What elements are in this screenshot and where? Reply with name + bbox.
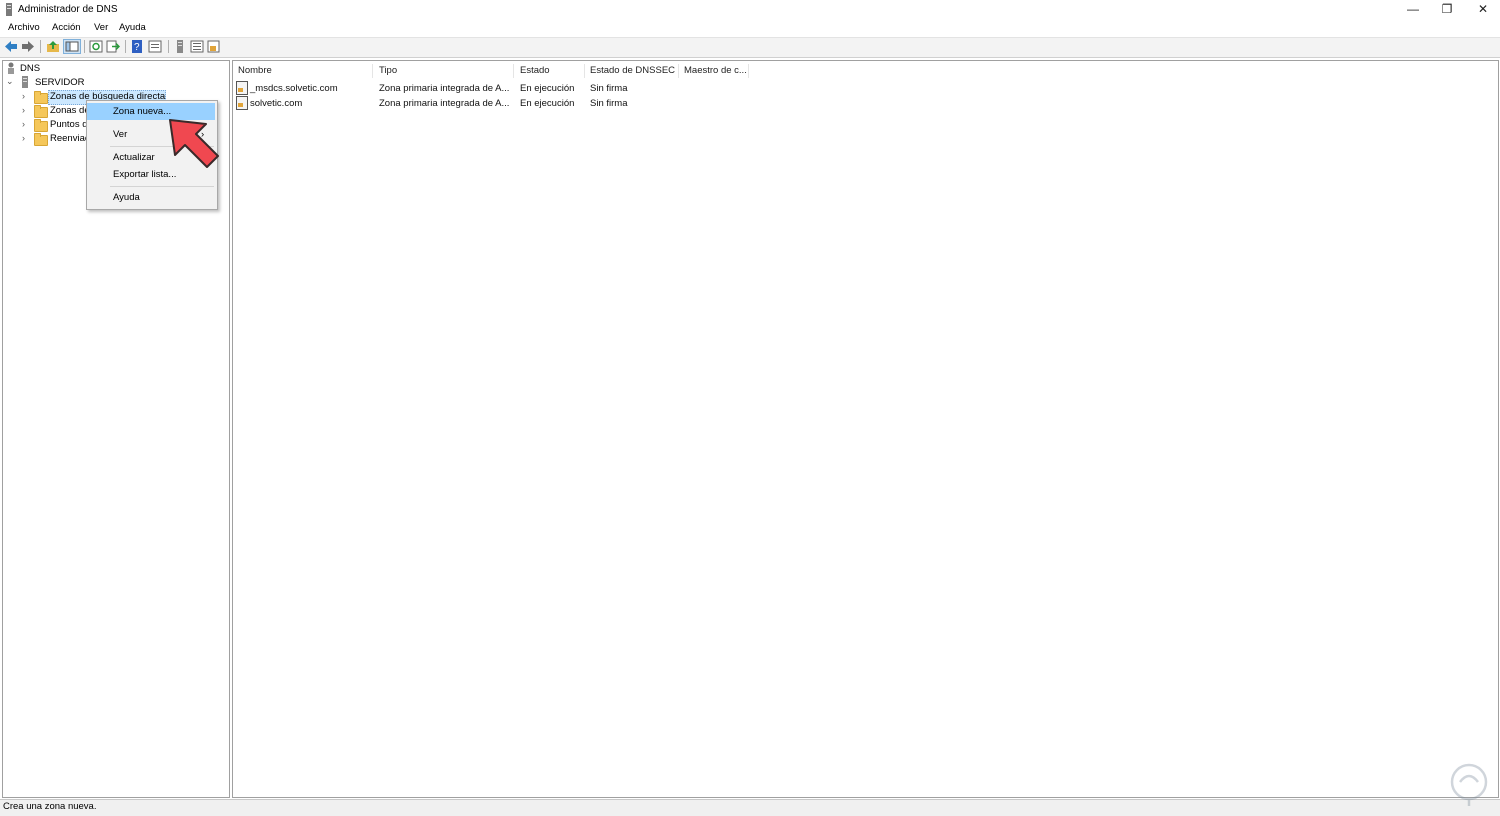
menu-separator <box>110 186 214 187</box>
help-icon[interactable]: ? <box>130 40 144 53</box>
forward-arrow-icon[interactable] <box>21 40 35 53</box>
column-header-nombre[interactable]: Nombre <box>233 64 373 78</box>
refresh-icon[interactable] <box>89 40 103 53</box>
toolbar-separator <box>40 40 41 53</box>
cell-estado-dnssec: Sin firma <box>590 98 628 109</box>
tree-item-zonas-busqueda-inversa[interactable]: Zonas de <box>50 105 90 116</box>
cell-estado: En ejecución <box>520 98 575 109</box>
menu-archivo[interactable]: Archivo <box>8 22 40 33</box>
list-view-icon[interactable] <box>190 40 204 53</box>
status-text: Crea una zona nueva. <box>3 801 97 812</box>
column-header-tipo[interactable]: Tipo <box>374 64 514 78</box>
column-header-estado[interactable]: Estado <box>515 64 585 78</box>
pointer-arrow-icon <box>160 110 230 180</box>
zone-icon[interactable] <box>207 40 221 53</box>
cell-tipo: Zona primaria integrada de A... <box>379 83 510 94</box>
watermark-logo <box>1446 762 1492 808</box>
menu-accion[interactable]: Acción <box>52 22 81 33</box>
server-icon <box>21 76 29 88</box>
toolbar-separator <box>125 40 126 53</box>
cell-estado-dnssec: Sin firma <box>590 83 628 94</box>
cell-nombre: _msdcs.solvetic.com <box>250 83 338 94</box>
toolbar-separator <box>84 40 85 53</box>
tree-item-puntos-confianza[interactable]: Puntos d <box>50 119 88 130</box>
chevron-down-icon[interactable]: ⌄ <box>6 76 14 87</box>
menu-ayuda[interactable]: Ayuda <box>119 22 146 33</box>
menu-ver[interactable]: Ver <box>94 22 108 33</box>
toolbar-separator <box>168 40 169 53</box>
server-icon[interactable] <box>173 40 187 53</box>
chevron-right-icon[interactable]: › <box>22 91 25 101</box>
folder-icon <box>34 105 48 118</box>
menu-item-ayuda[interactable]: Ayuda <box>87 189 215 206</box>
column-header-maestro[interactable]: Maestro de c... <box>679 64 749 78</box>
toolbar <box>0 37 1500 58</box>
status-bar <box>0 799 1500 816</box>
folder-icon <box>34 91 48 104</box>
chevron-right-icon[interactable]: › <box>22 105 25 115</box>
cell-estado: En ejecución <box>520 83 575 94</box>
properties-icon[interactable] <box>148 40 162 53</box>
menu-bar <box>0 20 1500 36</box>
restore-button[interactable]: ❐ <box>1429 0 1465 20</box>
title-bar <box>0 0 1500 20</box>
cell-nombre: solvetic.com <box>250 98 303 109</box>
zone-file-icon <box>236 81 248 95</box>
dns-app-icon <box>4 3 14 16</box>
show-tree-icon[interactable] <box>63 39 81 54</box>
minimize-button[interactable]: — <box>1395 0 1431 20</box>
close-button[interactable]: ✕ <box>1465 0 1500 20</box>
column-header-estado-dnssec[interactable]: Estado de DNSSEC <box>585 64 679 78</box>
zone-file-icon <box>236 96 248 110</box>
svg-text:?: ? <box>134 42 140 53</box>
folder-icon <box>34 133 48 146</box>
tree-item-servidor[interactable]: SERVIDOR <box>35 77 84 88</box>
chevron-right-icon[interactable]: › <box>22 119 25 129</box>
tree-item-reenviadores[interactable]: Reenviac <box>50 133 90 144</box>
chevron-right-icon[interactable]: › <box>22 133 25 143</box>
export-icon[interactable] <box>106 40 121 53</box>
folder-icon <box>34 119 48 132</box>
list-pane[interactable] <box>232 60 1499 798</box>
window-title: Administrador de DNS <box>18 4 118 15</box>
cell-tipo: Zona primaria integrada de A... <box>379 98 510 109</box>
back-arrow-icon[interactable] <box>4 40 18 53</box>
dns-root-icon <box>6 62 16 74</box>
up-folder-icon[interactable] <box>46 40 60 53</box>
tree-item-dns[interactable]: DNS <box>20 63 40 74</box>
